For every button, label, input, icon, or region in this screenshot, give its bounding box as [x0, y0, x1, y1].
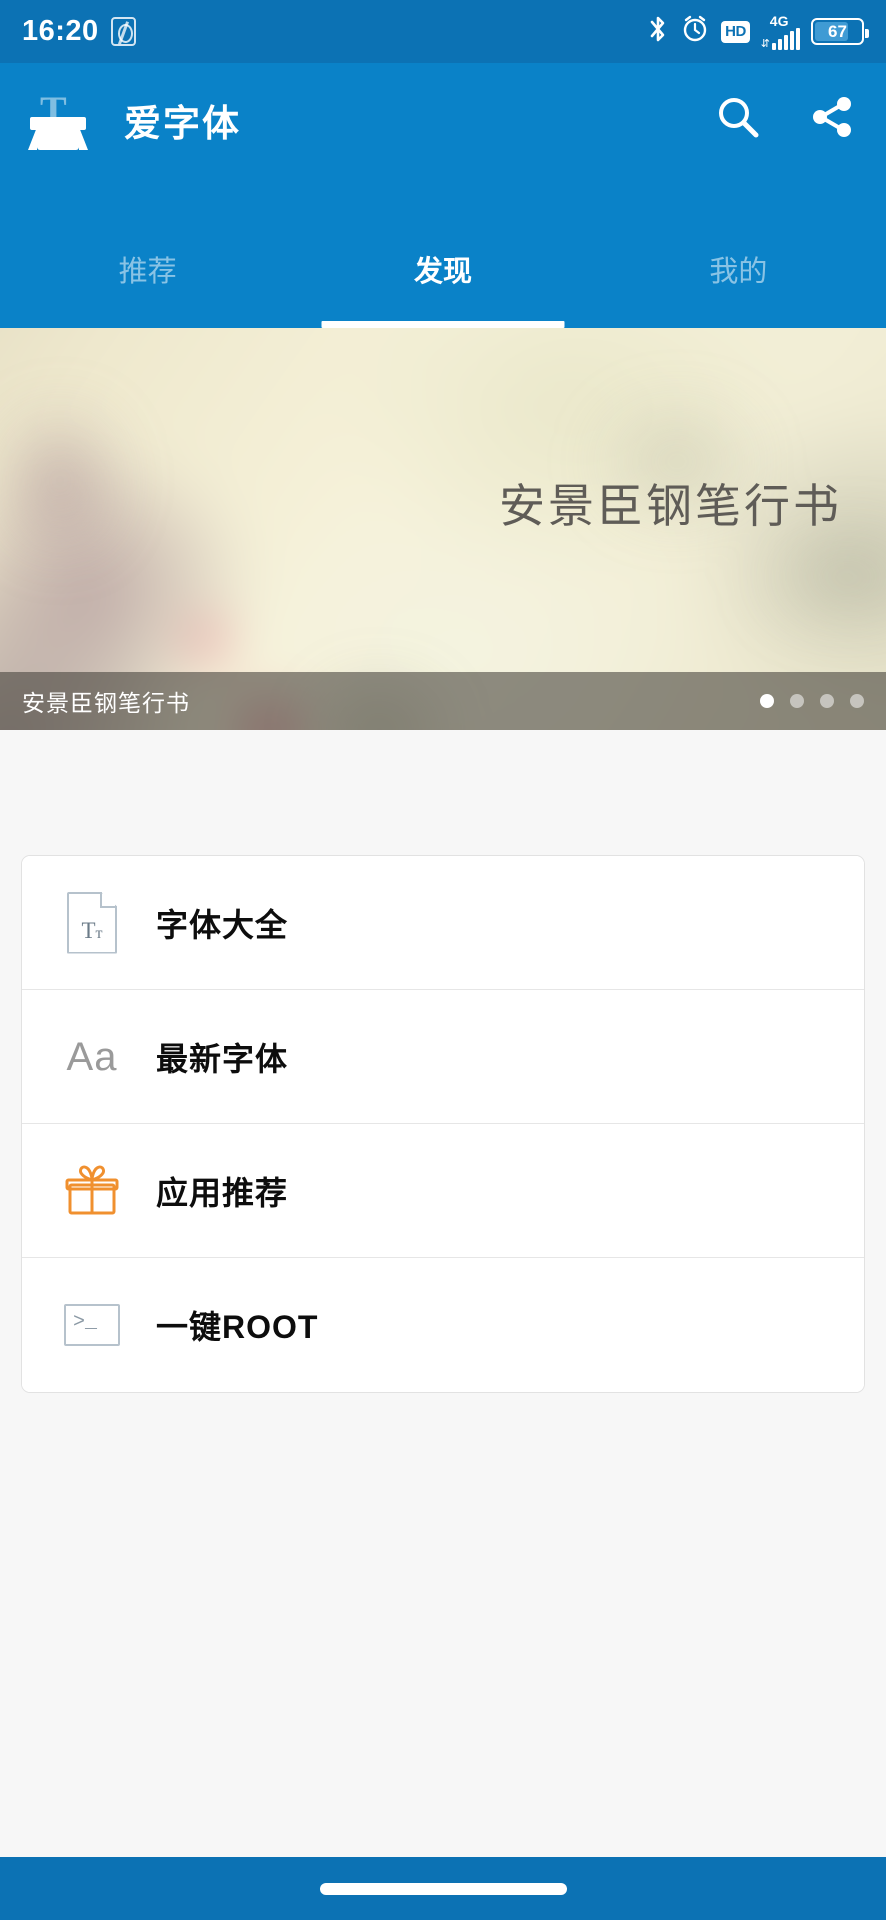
banner-caption-bar: 安景臣钢笔行书: [0, 672, 886, 730]
home-gesture-pill[interactable]: [319, 1882, 567, 1895]
ifont-logo-icon: T: [26, 89, 88, 151]
tab-mine[interactable]: 我的: [591, 176, 886, 328]
tab-recommend-label: 推荐: [118, 256, 177, 288]
battery-percent-label: 67: [828, 22, 847, 41]
banner-caption-text: 安景臣钢笔行书: [22, 690, 190, 716]
document-tt-glyph: Tт: [81, 917, 103, 943]
status-bar-clock: 16:20: [22, 15, 99, 47]
terminal-prompt-glyph: >_: [73, 1311, 98, 1334]
bluetooth-icon: [647, 14, 669, 49]
signal-bars: [772, 27, 800, 50]
carousel-dot-2[interactable]: [790, 694, 804, 708]
share-button[interactable]: [804, 92, 860, 148]
menu-item-one-click-root[interactable]: >_ 一键ROOT: [22, 1258, 864, 1392]
aa-glyph: Aa: [66, 1034, 118, 1079]
gift-box-icon: [60, 1159, 124, 1223]
carousel-dot-3[interactable]: [820, 694, 834, 708]
terminal-icon: >_: [60, 1293, 124, 1357]
signal-bars-icon: ⇵: [760, 27, 800, 50]
network-type-icon: 4G: [769, 12, 789, 29]
menu-item-app-recommend[interactable]: 应用推荐: [22, 1124, 864, 1258]
menu-item-latest-fonts[interactable]: Aa 最新字体: [22, 990, 864, 1124]
menu-item-label: 应用推荐: [156, 1174, 289, 1211]
document-shape: Tт: [67, 891, 117, 954]
alarm-clock-icon: [680, 14, 710, 49]
app-bar-actions: [710, 92, 860, 148]
tab-discover-label: 发现: [413, 256, 472, 288]
menu-item-label: 最新字体: [156, 1040, 289, 1077]
page-title: 爱字体: [124, 102, 241, 144]
share-icon: [807, 92, 857, 147]
data-updown-icon: ⇵: [760, 37, 770, 50]
document-fold: [100, 891, 117, 908]
fingerprint-app-icon: [110, 17, 136, 46]
logo-box-body: [28, 126, 88, 150]
menu-item-font-collection[interactable]: Tт 字体大全: [22, 856, 864, 990]
status-bar-left: 16:20: [22, 15, 136, 48]
search-icon: [713, 92, 763, 147]
carousel-dots: [760, 694, 864, 708]
tab-discover[interactable]: 发现: [295, 176, 590, 328]
tab-bar: 推荐 发现 我的: [0, 176, 886, 328]
status-bar-right: HD 4G ⇵ 67: [647, 14, 869, 50]
terminal-shape: >_: [64, 1304, 120, 1346]
system-navigation-bar: [0, 1857, 886, 1920]
menu-item-label: 一键ROOT: [156, 1309, 319, 1345]
status-bar: 16:20 HD 4G ⇵ 67: [0, 0, 886, 63]
discover-menu-card: Tт 字体大全 Aa 最新字体 应用推荐 >_ 一键ROOT: [21, 855, 865, 1393]
hd-icon: HD: [721, 20, 750, 43]
network-signal-group: 4G ⇵: [761, 14, 800, 50]
font-document-icon: Tт: [60, 891, 124, 955]
menu-item-label: 字体大全: [156, 906, 289, 943]
banner-font-preview-text: 安景臣钢笔行书: [499, 479, 842, 533]
battery-icon: 67: [811, 18, 869, 45]
banner-font-preview: 安景臣钢笔行书: [0, 328, 886, 730]
tab-active-indicator: [321, 321, 565, 328]
carousel-dot-1[interactable]: [760, 694, 774, 708]
tab-recommend[interactable]: 推荐: [0, 176, 295, 328]
app-bar: T 爱字体: [0, 63, 886, 176]
search-button[interactable]: [710, 92, 766, 148]
banner-carousel[interactable]: 安景臣钢笔行书 安景臣钢笔行书: [0, 328, 886, 730]
tab-mine-label: 我的: [709, 256, 768, 288]
app-root: 16:20 HD 4G ⇵ 67 T 爱字体 推荐 发现 我的 安景臣钢笔行书 …: [0, 0, 886, 1920]
carousel-dot-4[interactable]: [850, 694, 864, 708]
aa-letters-icon: Aa: [60, 1025, 124, 1089]
